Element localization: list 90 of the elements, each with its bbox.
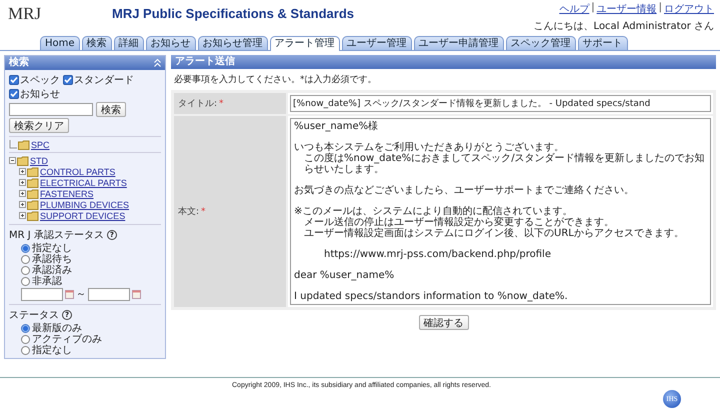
field-label: タイトル: xyxy=(178,98,218,110)
search-field[interactable] xyxy=(9,103,93,116)
search-button[interactable]: 検索 xyxy=(96,102,126,117)
nav-tab[interactable]: ユーザー管理 xyxy=(342,36,412,50)
radio-button[interactable] xyxy=(21,244,30,252)
tree-link[interactable]: PLUMBING DEVICES xyxy=(40,200,130,210)
radio-label: 承認済み xyxy=(32,264,72,276)
nav-tab[interactable]: Home xyxy=(40,36,80,50)
radio-button[interactable] xyxy=(21,266,30,274)
checkbox[interactable] xyxy=(9,89,19,99)
folder-icon xyxy=(27,200,39,210)
date-field[interactable] xyxy=(88,288,130,300)
text-line: いつも本システムをご利用いただきありがとうございます。 xyxy=(294,142,565,153)
body-textarea[interactable] xyxy=(290,118,711,305)
text-line: この度は%now_date%におきましてスペック/スタンダード情報を更新しましたのでお知らせいたします。 xyxy=(303,153,706,175)
sidebar-title: 検索 xyxy=(9,56,29,70)
panel-title: アラート送信 xyxy=(175,55,235,69)
radio-button[interactable] xyxy=(21,334,30,344)
group-label: MR J 承認ステータス xyxy=(9,228,104,242)
nav-tab[interactable]: アラート管理 xyxy=(270,36,340,51)
text-line: メール送信の停止はユーザー情報設定から変更することができます。 xyxy=(303,217,615,228)
range-separator: ～ xyxy=(76,288,86,301)
clear-button[interactable]: 検索クリア xyxy=(9,118,69,133)
text-line: %user_name%様 xyxy=(294,121,380,132)
radio-label: 指定なし xyxy=(32,344,72,357)
logo: MRJ xyxy=(8,4,42,24)
collapse-icon[interactable] xyxy=(154,59,161,67)
nav-tab[interactable]: お知らせ xyxy=(146,36,196,50)
checkbox-label: スタンダード xyxy=(74,74,134,87)
toggle-icon[interactable] xyxy=(19,168,26,175)
tree-line-icon xyxy=(9,140,17,149)
folder-icon xyxy=(27,188,39,198)
instruction-text: 必要事項を入力してください。*は入力必須です。 xyxy=(173,74,378,87)
folder-icon xyxy=(27,210,39,220)
site-title: MRJ Public Specifications & Standards xyxy=(112,6,354,21)
required-mark: * xyxy=(201,206,206,216)
radio-label: 承認待ち xyxy=(32,253,72,265)
header-link[interactable]: ヘルプ xyxy=(559,2,590,16)
calendar-icon[interactable] xyxy=(132,290,141,298)
toggle-icon[interactable] xyxy=(19,212,26,219)
radio-label: 非承認 xyxy=(32,274,62,288)
nav-tab[interactable]: スペック管理 xyxy=(506,36,576,50)
tree-link[interactable]: FASTENERS xyxy=(40,188,94,198)
checkbox[interactable] xyxy=(9,75,19,85)
header-link[interactable]: ユーザー情報 xyxy=(596,2,657,16)
text-line: dear %user_name% xyxy=(294,270,396,281)
nav-tab[interactable]: お知らせ管理 xyxy=(198,36,268,50)
tree-link[interactable]: STD xyxy=(30,156,48,166)
header-link[interactable]: ログアウト xyxy=(664,2,714,16)
required-mark: * xyxy=(219,98,224,108)
tree-link[interactable]: CONTROL PARTS xyxy=(40,166,116,176)
group-label: ステータス xyxy=(9,309,59,322)
link-separator: | xyxy=(658,2,662,15)
text-line: お気づきの点などございましたら、ユーザーサポートまでご連絡ください。 xyxy=(294,185,635,196)
radio-label: 指定なし xyxy=(32,242,72,254)
text-line: I updated specs/standors information to %now_date%. xyxy=(294,291,569,302)
radio-label: 最新版のみ xyxy=(32,322,82,334)
folder-icon xyxy=(17,156,29,166)
toggle-icon[interactable] xyxy=(19,179,26,186)
text-line: ユーザー情報設定画面はシステムにログイン後、以下のURLからアクセスできます。 xyxy=(303,228,685,239)
toggle-icon[interactable] xyxy=(19,201,26,208)
nav-tab[interactable]: 詳細 xyxy=(114,36,144,50)
checkbox[interactable] xyxy=(63,75,73,85)
toggle-icon[interactable] xyxy=(19,190,26,197)
link-separator: | xyxy=(591,2,595,15)
radio-button[interactable] xyxy=(21,346,30,354)
date-field[interactable] xyxy=(21,288,63,300)
toggle-icon[interactable] xyxy=(9,157,16,164)
calendar-icon[interactable] xyxy=(65,290,74,298)
text-line: https://www.mrj-pss.com/backend.php/profile xyxy=(324,249,552,260)
greeting-text: こんにちは、Local Administrator さん xyxy=(534,20,714,33)
tree-link[interactable]: SPC xyxy=(31,140,50,150)
nav-tab[interactable]: サポート xyxy=(578,36,628,50)
radio-button[interactable] xyxy=(21,276,30,286)
confirm-button[interactable]: 確認する xyxy=(418,315,468,330)
title-field[interactable]: [%now_date%] スペック/スタンダード情報を更新しました。 - Updated specs/stand xyxy=(290,95,711,112)
tree-link[interactable]: ELECTRICAL PARTS xyxy=(40,178,127,188)
field-label: 本文: xyxy=(178,206,200,218)
nav-tab[interactable]: 検索 xyxy=(82,36,112,50)
tree-link[interactable]: SUPPORT DEVICES xyxy=(40,210,126,220)
folder-icon xyxy=(27,166,39,176)
folder-icon xyxy=(27,178,39,188)
radio-label: アクティブのみ xyxy=(32,332,102,345)
checkbox-label: スペック xyxy=(20,74,60,87)
text-line: ※このメールは、システムにより自動的に配信されています。 xyxy=(294,206,574,217)
checkbox-label: お知らせ xyxy=(20,88,60,101)
radio-button[interactable] xyxy=(21,324,30,332)
nav-tab[interactable]: ユーザー申請管理 xyxy=(414,36,504,50)
radio-button[interactable] xyxy=(21,254,30,264)
folder-icon xyxy=(18,140,30,150)
